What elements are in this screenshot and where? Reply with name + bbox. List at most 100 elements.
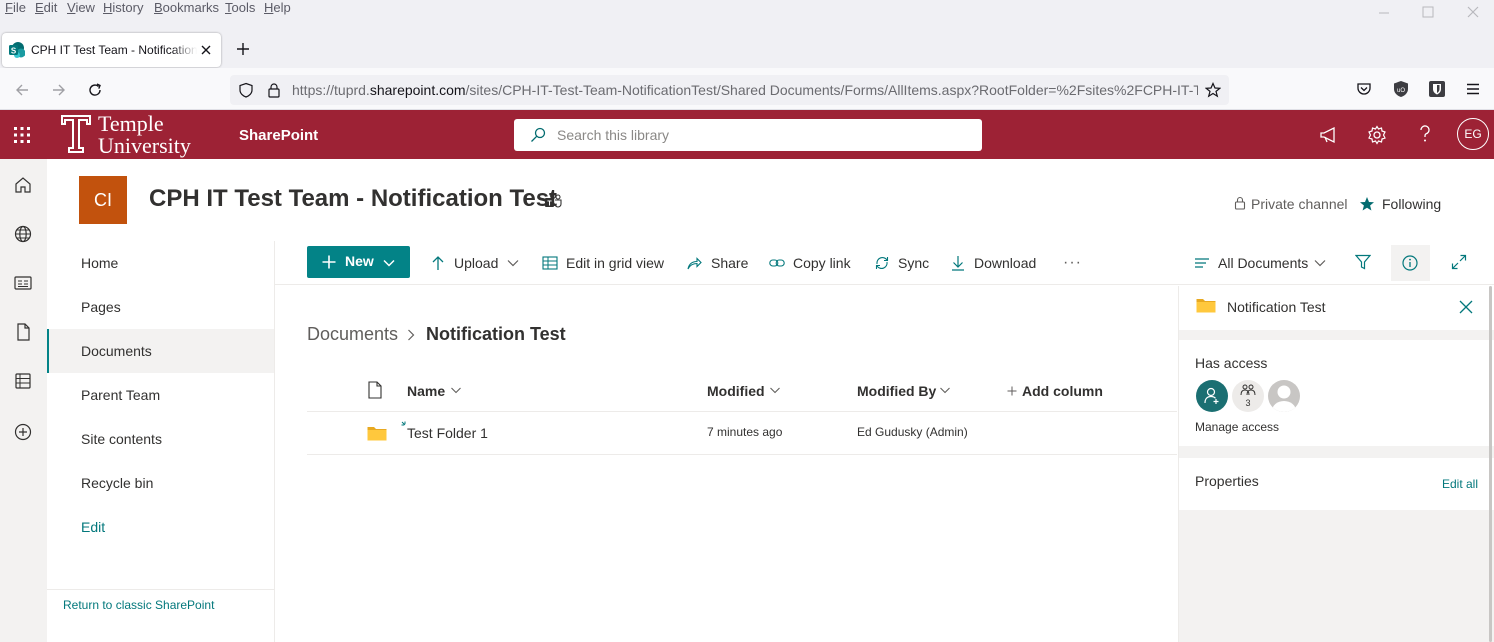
temple-t-logo-icon[interactable]	[61, 114, 91, 154]
file-type-icon[interactable]	[368, 381, 382, 399]
return-to-classic-link[interactable]: Return to classic SharePoint	[63, 598, 214, 612]
menu-tools[interactable]: Tools	[225, 0, 255, 16]
back-icon[interactable]	[14, 82, 30, 98]
minimize-icon[interactable]	[1376, 4, 1392, 20]
url-bar[interactable]: https://tuprd.sharepoint.com/sites/CPH-I…	[230, 75, 1229, 105]
member-avatar[interactable]	[1196, 380, 1228, 412]
add-column-plus-icon[interactable]	[1007, 386, 1017, 396]
window-close-icon[interactable]	[1465, 4, 1481, 20]
settings-gear-icon[interactable]	[1367, 125, 1387, 145]
copy-link-button[interactable]: Copy link	[769, 252, 854, 274]
menu-history-accel: H	[103, 0, 113, 15]
new-button[interactable]: New	[307, 246, 410, 278]
browser-tab[interactable]: S CPH IT Test Team - Notification Test -…	[2, 33, 221, 67]
share-button[interactable]: Share	[686, 252, 748, 274]
row-modified-by[interactable]: Ed Gudusky (Admin)	[857, 425, 968, 439]
pocket-icon[interactable]	[1356, 81, 1372, 97]
expand-icon[interactable]	[1451, 254, 1467, 270]
edit-all-link[interactable]: Edit all	[1442, 477, 1478, 491]
nav-edit-link[interactable]: Edit	[47, 505, 274, 549]
logo-line-1: Temple	[98, 111, 164, 136]
add-column-button[interactable]: Add column	[1022, 383, 1103, 399]
name-chevron-down-icon[interactable]	[450, 384, 462, 396]
group-avatar[interactable]: 3	[1232, 380, 1264, 412]
maximize-icon[interactable]	[1420, 4, 1436, 20]
menu-file[interactable]: File	[5, 0, 26, 16]
menu-edit[interactable]: Edit	[35, 0, 57, 16]
upload-button[interactable]: Upload	[430, 252, 520, 274]
table-row[interactable]: Test Folder 1 7 minutes ago Ed Gudusky (…	[307, 412, 1177, 455]
list-header: Name Modified Modified By Add column	[307, 370, 1177, 412]
nav-recycle-bin[interactable]: Recycle bin	[47, 461, 274, 505]
url-domain: sharepoint.com	[369, 82, 466, 98]
column-header-modified[interactable]: Modified	[707, 383, 765, 399]
sync-button[interactable]: Sync	[874, 252, 929, 274]
following-star-icon[interactable]	[1359, 196, 1375, 212]
teams-icon[interactable]: T	[544, 192, 562, 210]
manage-access-link[interactable]: Manage access	[1195, 420, 1279, 434]
bitwarden-icon[interactable]	[1428, 80, 1446, 98]
new-chevron-down-icon	[382, 256, 396, 270]
university-logo-text[interactable]: Temple University	[98, 113, 191, 157]
url-path: /sites/CPH-IT-Test-Team-NotificationTest…	[465, 82, 1198, 98]
menu-view[interactable]: View	[67, 0, 95, 16]
nav-documents[interactable]: Documents	[47, 329, 274, 373]
forward-icon[interactable]	[51, 82, 67, 98]
app-launcher-icon[interactable]	[13, 126, 31, 144]
menu-history[interactable]: History	[103, 0, 143, 16]
lock-icon[interactable]	[266, 82, 282, 98]
info-pane-toggle[interactable]	[1391, 245, 1430, 281]
user-avatar[interactable]: EG	[1457, 118, 1489, 150]
nav-pages[interactable]: Pages	[47, 285, 274, 329]
breadcrumb-documents[interactable]: Documents	[307, 324, 398, 345]
menu-file-accel: F	[5, 0, 13, 15]
tab-close-icon[interactable]	[199, 43, 213, 57]
modified-by-chevron-down-icon[interactable]	[939, 384, 951, 396]
svg-text:S: S	[11, 47, 17, 56]
document-icon[interactable]	[13, 322, 33, 342]
site-logo[interactable]: CI	[79, 176, 127, 224]
app-name[interactable]: SharePoint	[239, 127, 318, 144]
help-icon[interactable]	[1417, 124, 1433, 144]
modified-chevron-down-icon[interactable]	[769, 384, 781, 396]
file-name-link[interactable]: Test Folder 1	[407, 425, 488, 441]
ublock-icon[interactable]: uO	[1392, 80, 1410, 98]
column-header-name[interactable]: Name	[407, 383, 445, 399]
person-icon	[1204, 387, 1220, 405]
reload-icon[interactable]	[87, 82, 103, 98]
new-tab-icon[interactable]	[235, 41, 251, 57]
bookmark-star-icon[interactable]	[1205, 82, 1221, 98]
site-title[interactable]: CPH IT Test Team - Notification Test	[149, 185, 557, 213]
hamburger-menu-icon[interactable]	[1465, 81, 1481, 97]
filter-icon[interactable]	[1355, 254, 1371, 270]
view-selector[interactable]: All Documents	[1194, 252, 1329, 274]
more-actions-button[interactable]: ···	[1063, 252, 1085, 274]
nav-home[interactable]: Home	[47, 241, 274, 285]
column-header-modified-by[interactable]: Modified By	[857, 383, 936, 399]
private-lock-icon	[1234, 196, 1246, 210]
nav-parent-team[interactable]: Parent Team	[47, 373, 274, 417]
edit-grid-view-button[interactable]: Edit in grid view	[542, 252, 666, 274]
menu-help[interactable]: Help	[264, 0, 291, 16]
details-close-icon[interactable]	[1458, 299, 1474, 315]
info-icon	[1402, 255, 1418, 271]
breadcrumb-current: Notification Test	[426, 324, 566, 344]
svg-text:uO: uO	[1397, 88, 1405, 94]
create-plus-icon[interactable]	[13, 422, 33, 442]
menu-file-label: ile	[12, 0, 26, 15]
globe-icon[interactable]	[13, 224, 33, 244]
menu-bookmarks[interactable]: Bookmarks	[154, 0, 219, 16]
details-header: Notification Test	[1179, 286, 1494, 330]
search-box[interactable]: Search this library	[514, 119, 982, 151]
home-icon[interactable]	[13, 175, 33, 195]
news-icon[interactable]	[13, 273, 33, 293]
list-icon[interactable]	[13, 371, 33, 391]
following-button[interactable]: Following	[1382, 196, 1441, 212]
shield-icon[interactable]	[238, 82, 254, 98]
search-placeholder: Search this library	[557, 127, 670, 143]
download-button[interactable]: Download	[950, 252, 1040, 274]
nav-site-contents[interactable]: Site contents	[47, 417, 274, 461]
megaphone-icon[interactable]	[1319, 126, 1339, 144]
anonymous-avatar[interactable]	[1268, 380, 1300, 412]
details-scrollbar[interactable]	[1489, 286, 1492, 642]
